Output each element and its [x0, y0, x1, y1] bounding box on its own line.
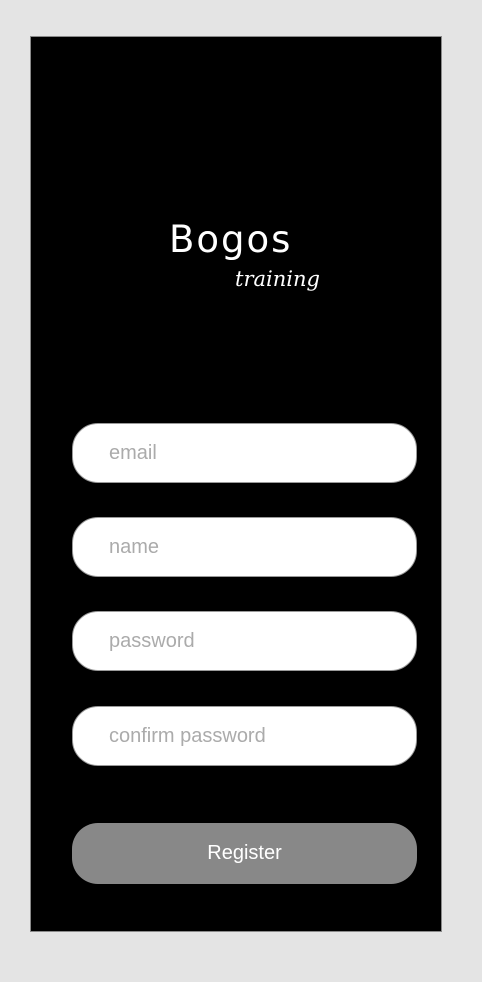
- brand-title: Bogos: [169, 218, 293, 261]
- email-field[interactable]: [72, 423, 417, 483]
- name-field[interactable]: [72, 517, 417, 577]
- brand-subtitle: training: [235, 267, 320, 291]
- password-field[interactable]: [72, 611, 417, 671]
- register-button[interactable]: Register: [72, 823, 417, 884]
- confirm-password-field[interactable]: [72, 706, 417, 766]
- register-screen: Bogos training Register: [30, 36, 442, 932]
